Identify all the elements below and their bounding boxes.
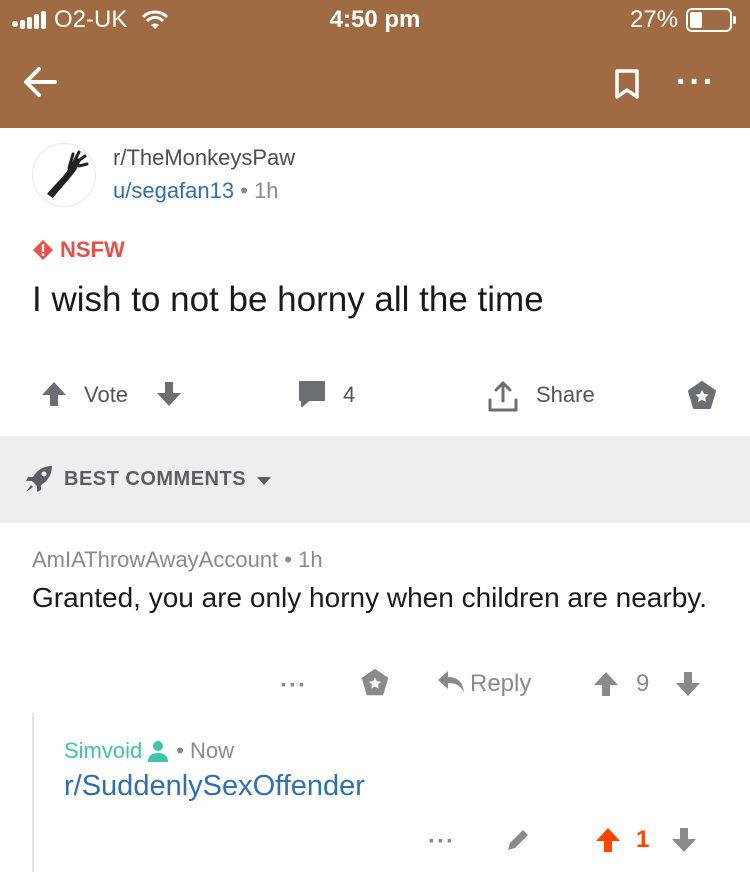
reply-score: 1: [636, 826, 650, 853]
comment-author[interactable]: AmIAThrowAwayAccount: [32, 547, 278, 572]
status-bar: O2-UK 4:50 pm 27%: [0, 0, 750, 40]
vote-label: Vote: [84, 382, 129, 407]
separator: •: [240, 178, 248, 203]
subreddit-name[interactable]: r/TheMonkeysPaw: [113, 145, 295, 171]
comment-icon[interactable]: [297, 380, 327, 408]
top-bar: O2-UK 4:50 pm 27% ···: [0, 0, 750, 128]
battery-icon: [686, 8, 736, 32]
post-author[interactable]: u/segafan13: [113, 178, 234, 203]
comment-meta: AmIAThrowAwayAccount • 1h: [32, 547, 323, 573]
downvote-icon[interactable]: [155, 380, 183, 408]
post-author-line: u/segafan13 • 1h: [113, 178, 279, 204]
award-icon[interactable]: [360, 668, 390, 698]
reply-age: Now: [189, 738, 234, 763]
upvote-icon[interactable]: [40, 380, 68, 408]
comment-score: 9: [636, 670, 650, 697]
nsfw-icon: [33, 240, 53, 260]
post-actions: Vote 4 Share: [0, 370, 750, 420]
rocket-icon: [26, 466, 52, 492]
comment-actions: ··· Reply 9: [0, 662, 750, 706]
reply-button[interactable]: Reply: [470, 670, 531, 698]
reply-more-icon[interactable]: ···: [428, 828, 455, 856]
comment-body: Granted, you are only horny when childre…: [32, 582, 707, 613]
edit-icon[interactable]: [504, 826, 532, 854]
post-title: I wish to not be horny all the time: [32, 280, 544, 319]
reply-body-link[interactable]: r/SuddenlySexOffender: [64, 770, 365, 803]
downvote-icon[interactable]: [670, 826, 698, 854]
share-label[interactable]: Share: [536, 382, 595, 408]
sort-bar[interactable]: BEST COMMENTS: [0, 436, 750, 523]
reply-actions: ··· 1: [0, 820, 750, 860]
reply-icon[interactable]: [436, 668, 466, 696]
sort-label[interactable]: BEST COMMENTS: [64, 468, 246, 491]
award-icon[interactable]: [686, 380, 718, 412]
caret-down-icon[interactable]: [256, 476, 272, 486]
user-icon: [148, 741, 169, 762]
upvote-icon[interactable]: [594, 826, 622, 854]
reply-meta: Simvoid • Now: [64, 738, 234, 764]
back-arrow-icon[interactable]: [22, 64, 58, 100]
bookmark-icon[interactable]: [613, 68, 641, 100]
comment-count[interactable]: 4: [343, 382, 355, 408]
separator: •: [284, 547, 292, 572]
downvote-icon[interactable]: [674, 670, 702, 698]
more-icon[interactable]: ···: [676, 65, 716, 99]
nsfw-label: NSFW: [60, 237, 125, 262]
battery-percent: 27%: [630, 6, 679, 33]
share-icon[interactable]: [486, 380, 520, 414]
comment-age: 1h: [298, 547, 323, 572]
separator: •: [176, 738, 184, 763]
upvote-icon[interactable]: [592, 670, 620, 698]
nsfw-badge: NSFW: [32, 236, 125, 264]
subreddit-avatar[interactable]: [32, 143, 96, 207]
comment-more-icon[interactable]: ···: [280, 672, 307, 700]
post-age: 1h: [254, 178, 279, 203]
reply-author[interactable]: Simvoid: [64, 738, 142, 764]
